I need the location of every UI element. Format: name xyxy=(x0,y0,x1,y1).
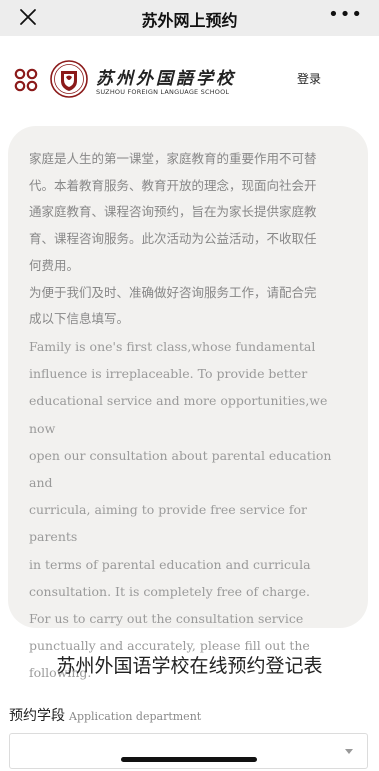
intro-line-en: For us to carry out the consultation ser… xyxy=(29,610,304,626)
intro-line-en: Family is one's first class,whose fundam… xyxy=(29,338,316,354)
department-label-en: Application department xyxy=(69,710,202,723)
intro-line-en: open our consultation about parental edu… xyxy=(29,447,332,490)
school-name-cn: 苏州外国語学校 xyxy=(96,69,236,89)
intro-line-en: consultation. It is completely free of c… xyxy=(29,583,310,599)
intro-line-en: in terms of parental education and curri… xyxy=(29,556,311,572)
school-name-en: SUZHOU FOREIGN LANGUAGE SCHOOL xyxy=(96,88,230,96)
intro-line-cn: 代。本着教育服务、教育开放的理念，现面向社会开 xyxy=(29,177,317,193)
wechat-title-bar: 苏外网上预约 ••• xyxy=(0,0,379,36)
school-emblem-icon[interactable] xyxy=(50,60,88,98)
intro-line-en: educational service and more opportuniti… xyxy=(29,393,328,436)
intro-line-cn: 何费用。 xyxy=(29,257,80,273)
intro-line-cn: 成以下信息填写。 xyxy=(29,311,130,327)
department-select[interactable] xyxy=(9,733,368,769)
intro-line-cn: 通家庭教育、课程咨询预约，旨在为家长提供家庭教 xyxy=(29,204,317,220)
intro-line-en: curricula, aiming to provide free servic… xyxy=(29,502,307,545)
department-label-cn: 预约学段 xyxy=(9,708,65,724)
intro-line-en: influence is irreplaceable. To provide b… xyxy=(29,366,308,382)
intro-card: 家庭是人生的第一课堂，家庭教育的重要作用不可替 代。本着教育服务、教育开放的理念… xyxy=(8,126,368,680)
site-header: 苏州外国語学校 SUZHOU FOREIGN LANGUAGE SCHOOL 登… xyxy=(0,36,379,118)
chevron-down-icon[interactable] xyxy=(345,749,353,754)
department-label: 预约学段 Application department xyxy=(9,705,201,725)
intro-line-cn: 家庭是人生的第一课堂，家庭教育的重要作用不可替 xyxy=(29,151,317,166)
page-title: 苏外网上预约 xyxy=(141,11,238,30)
login-link[interactable]: 登录 xyxy=(297,70,321,87)
form-title: 苏州外国语学校在线预约登记表 xyxy=(56,655,323,677)
intro-line-cn: 为便于我们及时、准确做好咨询服务工作，请配合完 xyxy=(29,284,317,300)
grid-menu-icon[interactable] xyxy=(14,68,38,92)
more-dots-icon[interactable]: ••• xyxy=(328,4,363,25)
intro-line-cn: 育、课程咨询服务。此次活动为公益活动，不收取任 xyxy=(29,231,317,247)
home-indicator[interactable] xyxy=(121,757,257,762)
